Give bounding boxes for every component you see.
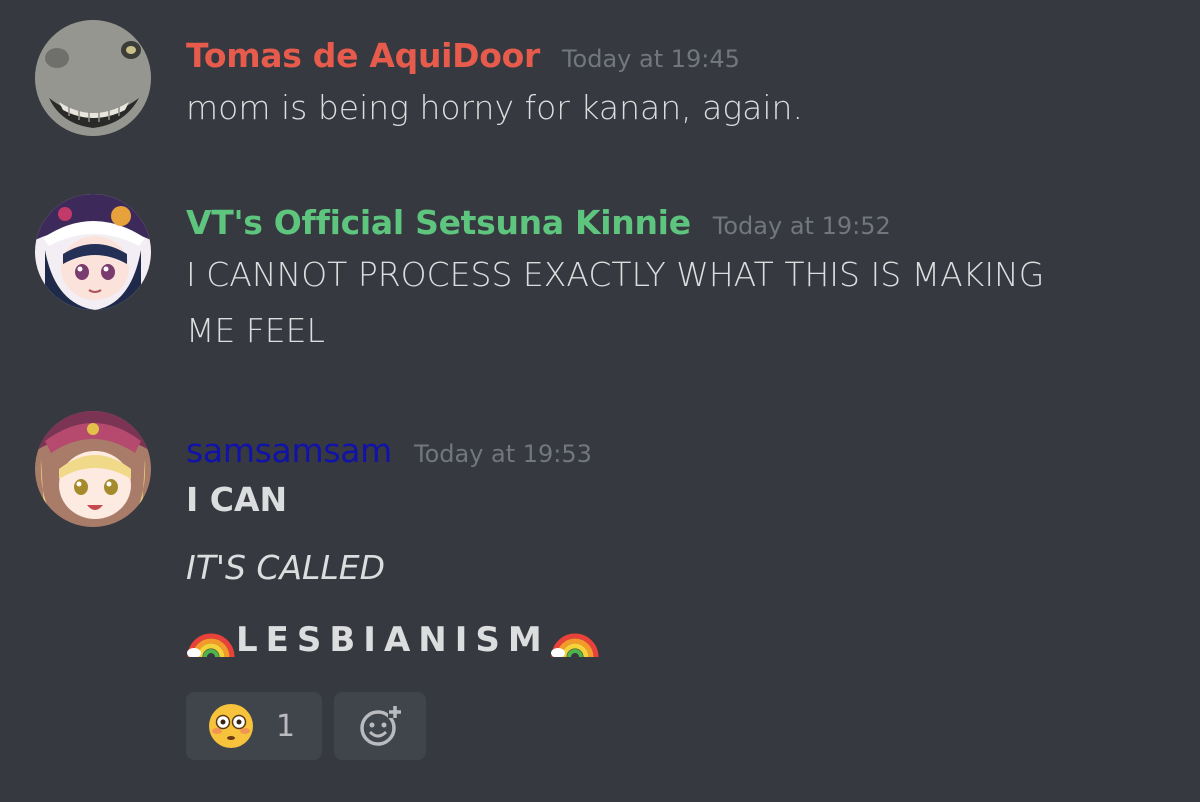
- avatar[interactable]: [35, 194, 151, 310]
- message-text: mom is being horny for kanan, again.: [186, 88, 803, 127]
- username[interactable]: samsamsam: [186, 431, 392, 470]
- message-text: I CANNOT PROCESS EXACTLY WHAT THIS IS MA…: [186, 255, 1045, 294]
- reaction-count: 1: [276, 708, 296, 744]
- avatar[interactable]: [35, 411, 151, 527]
- timestamp: Today at 19:45: [561, 45, 740, 73]
- reactions-bar: 1: [186, 692, 426, 760]
- avatar-image-blonde-anime-girl: [35, 411, 151, 527]
- username[interactable]: Tomas de AquiDoor: [186, 36, 540, 75]
- avatar-image-anime-girl-hat: [35, 194, 151, 310]
- message-header: samsamsam Today at 19:53: [186, 431, 592, 470]
- message-text-bold: I CAN: [186, 480, 288, 519]
- username[interactable]: VT's Official Setsuna Kinnie: [186, 203, 691, 242]
- message-text: ME FEEL: [186, 311, 325, 350]
- rainbow-emoji: [186, 617, 236, 658]
- message-text-italic: IT'S CALLED: [186, 548, 386, 587]
- rainbow-emoji: [550, 617, 600, 658]
- timestamp: Today at 19:52: [712, 212, 891, 240]
- flushed-face-emoji: [209, 704, 253, 748]
- message-header: VT's Official Setsuna Kinnie Today at 19:…: [186, 203, 891, 242]
- reaction-flushed[interactable]: 1: [186, 692, 322, 760]
- avatar-image-gray-creature: [35, 20, 151, 136]
- timestamp: Today at 19:53: [413, 440, 592, 468]
- message-text-rainbow-line: LESBIANISM: [186, 617, 600, 660]
- lesbianism-text: LESBIANISM: [236, 620, 550, 660]
- avatar[interactable]: [35, 20, 151, 136]
- message-header: Tomas de AquiDoor Today at 19:45: [186, 36, 740, 75]
- add-reaction-button[interactable]: [334, 692, 426, 760]
- add-reaction-icon: [360, 706, 402, 746]
